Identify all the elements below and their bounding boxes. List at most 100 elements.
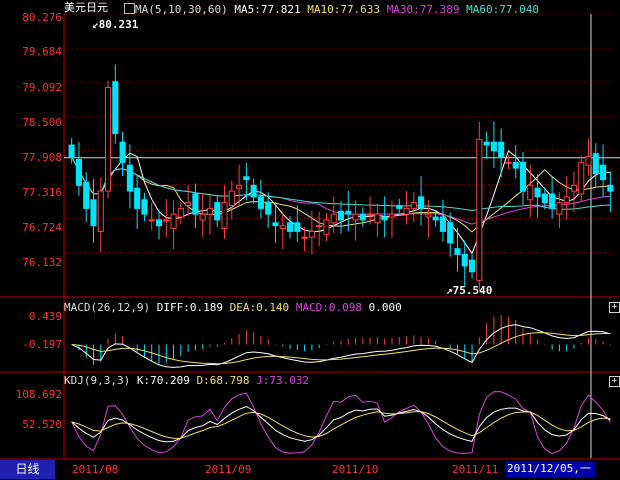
candle-body bbox=[104, 86, 112, 192]
y-tick: 77.908 bbox=[22, 151, 62, 164]
candle-body bbox=[192, 193, 199, 215]
candle-body bbox=[112, 81, 119, 135]
ma-legend: MA(5,10,30,60) MA5:77.821 MA10:77.633 MA… bbox=[124, 3, 539, 16]
candle-body bbox=[490, 141, 497, 152]
expand-macd-icon[interactable]: + bbox=[609, 302, 620, 313]
y-tick: 76.724 bbox=[22, 221, 62, 234]
kdj-d: D:68.798 bbox=[196, 374, 250, 387]
candle-body bbox=[221, 202, 228, 230]
candle-body bbox=[228, 190, 235, 207]
expand-kdj-icon[interactable]: + bbox=[609, 376, 620, 387]
candle-body bbox=[600, 164, 607, 181]
candle-body bbox=[359, 213, 366, 221]
kdj-k: K:70.209 bbox=[136, 374, 190, 387]
candle-body bbox=[199, 213, 206, 221]
candle-body bbox=[163, 219, 170, 222]
candle-body bbox=[396, 205, 403, 209]
candle-body bbox=[439, 216, 446, 232]
candle-body bbox=[155, 219, 163, 227]
candle-body bbox=[141, 199, 148, 215]
ma10-value: MA10:77.633 bbox=[307, 3, 381, 16]
candle-body bbox=[119, 141, 126, 163]
candle-body bbox=[585, 156, 592, 166]
kdj-legend: KDJ(9,3,3) K:70.209 D:68.798 J:73.032 bbox=[64, 375, 309, 387]
y-tick: 78.500 bbox=[22, 116, 62, 129]
kdj-label: KDJ(9,3,3) bbox=[64, 374, 131, 387]
candle-body bbox=[236, 184, 243, 189]
candle-body bbox=[447, 222, 454, 244]
ma5-value: MA5:77.821 bbox=[234, 3, 301, 16]
candlesticks bbox=[68, 64, 614, 291]
candle-body bbox=[97, 190, 104, 232]
y-tick: 80.276 bbox=[22, 11, 62, 24]
chart-style-icon[interactable] bbox=[124, 3, 135, 14]
macd-diff: DIFF:0.189 bbox=[156, 301, 223, 314]
candle-body bbox=[75, 158, 82, 186]
candle-body bbox=[461, 253, 468, 267]
candle-body bbox=[177, 207, 184, 218]
candle-body bbox=[337, 210, 345, 221]
macd-value: MACD:0.098 bbox=[295, 301, 363, 314]
macd-label: MACD(26,12,9) bbox=[64, 301, 151, 314]
high-marker: ↙80.231 bbox=[92, 18, 139, 31]
candle-body bbox=[265, 202, 272, 215]
candle-body bbox=[170, 213, 177, 230]
candle-body bbox=[206, 207, 214, 215]
y-tick: 77.316 bbox=[22, 186, 62, 199]
low-marker: ↗75.540 bbox=[446, 284, 493, 297]
diff-line bbox=[71, 324, 611, 368]
candle-body bbox=[185, 202, 192, 207]
candle-body bbox=[483, 141, 490, 146]
ma-label: MA(5,10,30,60) bbox=[135, 3, 228, 16]
candle-body bbox=[134, 187, 141, 209]
candle-body bbox=[90, 199, 97, 227]
candle-body bbox=[148, 219, 155, 222]
candle-body bbox=[316, 225, 323, 228]
candle-body bbox=[570, 184, 578, 192]
candle-body bbox=[534, 187, 541, 198]
candle-body bbox=[563, 196, 570, 204]
candle-body bbox=[512, 161, 519, 169]
y-tick: 79.684 bbox=[22, 45, 62, 58]
candle-body bbox=[308, 230, 315, 238]
macd-y-tick: -0.197 bbox=[22, 338, 62, 351]
candle-body bbox=[243, 176, 250, 181]
candle-body bbox=[578, 161, 585, 195]
x-tick: 2011/10 bbox=[332, 463, 379, 476]
candle-body bbox=[403, 207, 410, 215]
candle-body bbox=[505, 161, 512, 164]
macd-legend: MACD(26,12,9) DIFF:0.189 DEA:0.140 MACD:… bbox=[64, 302, 402, 314]
forex-chart[interactable] bbox=[0, 0, 620, 480]
ma60-value: MA60:77.040 bbox=[466, 3, 540, 16]
kdj-y-tick: 52.520 bbox=[22, 418, 62, 431]
j-line bbox=[71, 391, 611, 455]
ma30-value: MA30:77.389 bbox=[386, 3, 460, 16]
candle-body bbox=[330, 213, 337, 224]
candle-body bbox=[68, 144, 75, 158]
candle-body bbox=[432, 216, 439, 221]
current-date-box: 2011/12/05,一 bbox=[505, 461, 595, 477]
symbol-title: 美元日元 bbox=[64, 1, 108, 14]
candle-body bbox=[527, 184, 534, 201]
macd-dea: DEA:0.140 bbox=[229, 301, 290, 314]
candle-body bbox=[498, 141, 505, 158]
candle-body bbox=[279, 225, 286, 230]
kdj-y-tick: 108.692 bbox=[15, 388, 62, 401]
candle-body bbox=[250, 184, 257, 198]
candle-body bbox=[607, 184, 614, 192]
period-tab-daily[interactable]: 日线 bbox=[0, 460, 55, 479]
candle-body bbox=[374, 213, 381, 224]
candle-body bbox=[476, 138, 483, 281]
candle-body bbox=[592, 153, 599, 175]
candle-body bbox=[418, 196, 425, 209]
d-line bbox=[71, 411, 611, 439]
dea-line bbox=[71, 332, 611, 365]
candle-body bbox=[381, 216, 388, 221]
candle-body bbox=[323, 219, 330, 235]
candle-body bbox=[294, 222, 301, 232]
candle-body bbox=[454, 248, 461, 255]
x-tick: 2011/09 bbox=[205, 463, 252, 476]
candle-body bbox=[425, 213, 432, 218]
candle-body bbox=[301, 236, 308, 239]
macd-zero: 0.000 bbox=[368, 301, 402, 314]
